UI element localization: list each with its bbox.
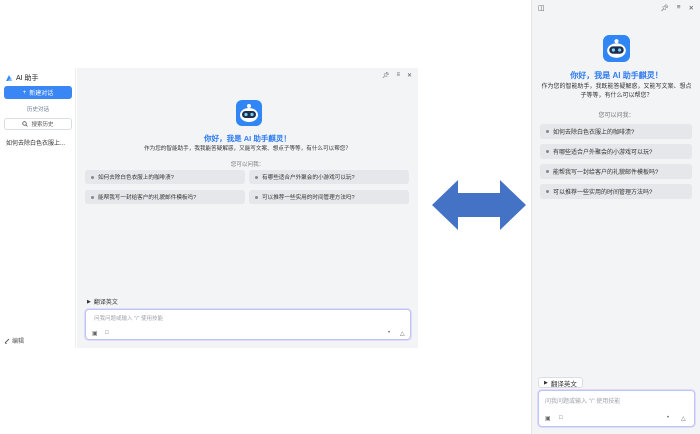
suggestion-item[interactable]: 如何去除白色衣服上的咖啡渍? <box>85 170 245 184</box>
sidebar-toggle-icon[interactable]: ◫ <box>538 4 545 12</box>
suggestion-text: 能帮我写一封给客户的礼貌邮件模板吗? <box>98 195 197 201</box>
bullet-icon <box>546 150 549 153</box>
app-title: AI 助手 <box>5 73 39 83</box>
screenshot-root: AI 助手 + 新建对话 历史对话 搜索历史 如何去除白色衣服上... 编辑 📌… <box>0 0 700 434</box>
search-history-button[interactable]: 搜索历史 <box>4 118 72 130</box>
greeting-intro: 作为您的智能助手，我既能答疑解惑，又能写文案、想点子等等，有什么可以帮您？ <box>541 84 692 99</box>
greeting-title: 你好，我是 AI 助手麒灵！ <box>204 134 291 143</box>
skill-chip[interactable]: ▶ 翻译英文 <box>87 297 118 307</box>
suggestion-text: 可以推荐一些实用的时间管理方法吗? <box>262 195 355 201</box>
send-icon[interactable]: △ <box>681 415 686 422</box>
bullet-icon <box>255 175 258 179</box>
suggestion-item[interactable]: 能帮我写一封给客户的礼貌邮件模板吗? <box>540 164 692 179</box>
pin-icon[interactable]: 📌︎ <box>660 4 668 12</box>
chat-input-placeholder: 问我问题或输入 "/" 使用技能 <box>94 316 163 322</box>
assistant-avatar-icon <box>603 35 630 62</box>
suggestion-item[interactable]: 可以推荐一些实用的时间管理方法吗? <box>249 190 409 204</box>
search-history-label: 搜索历史 <box>31 122 54 128</box>
suggestion-text: 有哪些适合户外聚会的小游戏可以玩? <box>262 175 355 181</box>
search-icon <box>22 121 29 127</box>
side-panel: ◫ 📌︎ ≡ ✕ 你好，我是 AI 助手麒灵！ 作为您的智能助手，我既能答疑解惑… <box>531 0 700 434</box>
image-icon[interactable]: ▣ <box>92 330 98 337</box>
bullet-icon <box>255 195 258 199</box>
skill-chip-label: 翻译英文 <box>93 300 118 306</box>
bullet-icon <box>91 175 94 179</box>
plus-icon: + <box>22 89 27 96</box>
new-chat-label: 新建对话 <box>29 91 54 97</box>
menu-icon[interactable]: ≡ <box>677 4 681 12</box>
suggestion-text: 如何去除白色衣服上的咖啡渍? <box>553 130 635 136</box>
history-heading: 历史对话 <box>26 107 49 113</box>
mic-icon[interactable]: • <box>667 415 669 421</box>
suggestion-item[interactable]: 可以推荐一些实用的时间管理方法吗? <box>540 184 692 199</box>
send-icon[interactable]: △ <box>400 330 405 337</box>
suggestion-text: 有哪些适合户外聚会的小游戏可以玩? <box>553 150 653 156</box>
suggestion-text: 如何去除白色衣服上的咖啡渍? <box>98 175 174 181</box>
suggestion-text: 可以推荐一些实用的时间管理方法吗? <box>553 190 653 196</box>
suggestions-label: 您可以问我： <box>598 113 635 119</box>
window-controls: 📌︎ ≡ ✕ <box>382 72 412 79</box>
side-panel-controls: 📌︎ ≡ ✕ <box>660 4 694 12</box>
bullet-icon <box>546 170 549 173</box>
mic-icon[interactable]: • <box>388 330 390 336</box>
image-icon[interactable]: ▣ <box>545 415 551 422</box>
edit-icon <box>4 338 10 344</box>
suggestion-item[interactable]: 能帮我写一封给客户的礼貌邮件模板吗? <box>85 190 245 204</box>
suggestion-item[interactable]: 如何去除白色衣服上的咖啡渍? <box>540 124 692 139</box>
edit-label: 编辑 <box>12 339 25 345</box>
menu-icon[interactable]: ≡ <box>396 72 400 79</box>
history-item[interactable]: 如何去除白色衣服上... <box>6 138 74 147</box>
app-logo-icon <box>6 75 12 81</box>
suggestion-text: 能帮我写一封给客户的礼貌邮件模板吗? <box>553 170 659 176</box>
bullet-icon <box>546 130 549 133</box>
suggestion-item[interactable]: 有哪些适合户外聚会的小游戏可以玩? <box>540 144 692 159</box>
chat-input-placeholder: 问我问题或输入 "/" 使用技能 <box>545 399 621 405</box>
chat-input[interactable]: 问我问题或输入 "/" 使用技能 ▣ □ • △ <box>538 390 695 427</box>
close-icon[interactable]: ✕ <box>689 4 694 12</box>
chat-panel: 📌︎ ≡ ✕ 你好，我是 AI 助手麒灵！ 作为您的智能助手，我我能答疑解惑，又… <box>77 68 418 348</box>
file-icon[interactable]: □ <box>105 330 109 336</box>
suggestions-label: 您可以问我： <box>230 162 265 168</box>
greeting-intro: 作为您的智能助手，我我能答疑解惑，又能写文案、想点子等等，有什么可以帮您？ <box>144 146 351 152</box>
new-chat-button[interactable]: + 新建对话 <box>4 86 72 99</box>
app-sidebar: AI 助手 + 新建对话 历史对话 搜索历史 如何去除白色衣服上... 编辑 <box>0 68 76 348</box>
bullet-icon <box>91 195 94 199</box>
app-title-text: AI 助手 <box>16 75 39 82</box>
play-icon: ▶ <box>544 379 548 386</box>
skill-chip-label: 翻译英文 <box>550 380 577 388</box>
close-icon[interactable]: ✕ <box>407 72 412 79</box>
play-icon: ▶ <box>87 298 91 305</box>
edit-button[interactable]: 编辑 <box>4 336 24 345</box>
suggestion-item[interactable]: 有哪些适合户外聚会的小游戏可以玩? <box>249 170 409 184</box>
chat-input[interactable]: 问我问题或输入 "/" 使用技能 ▣ □ • △ <box>85 309 411 340</box>
skill-chip[interactable]: ▶ 翻译英文 <box>538 377 583 388</box>
assistant-avatar-icon <box>236 100 262 126</box>
bullet-icon <box>546 190 549 193</box>
greeting-title: 你好，我是 AI 助手麒灵！ <box>570 71 663 80</box>
double-arrow-icon <box>432 180 526 230</box>
pin-icon[interactable]: 📌︎ <box>382 72 390 79</box>
file-icon[interactable]: □ <box>559 415 563 421</box>
